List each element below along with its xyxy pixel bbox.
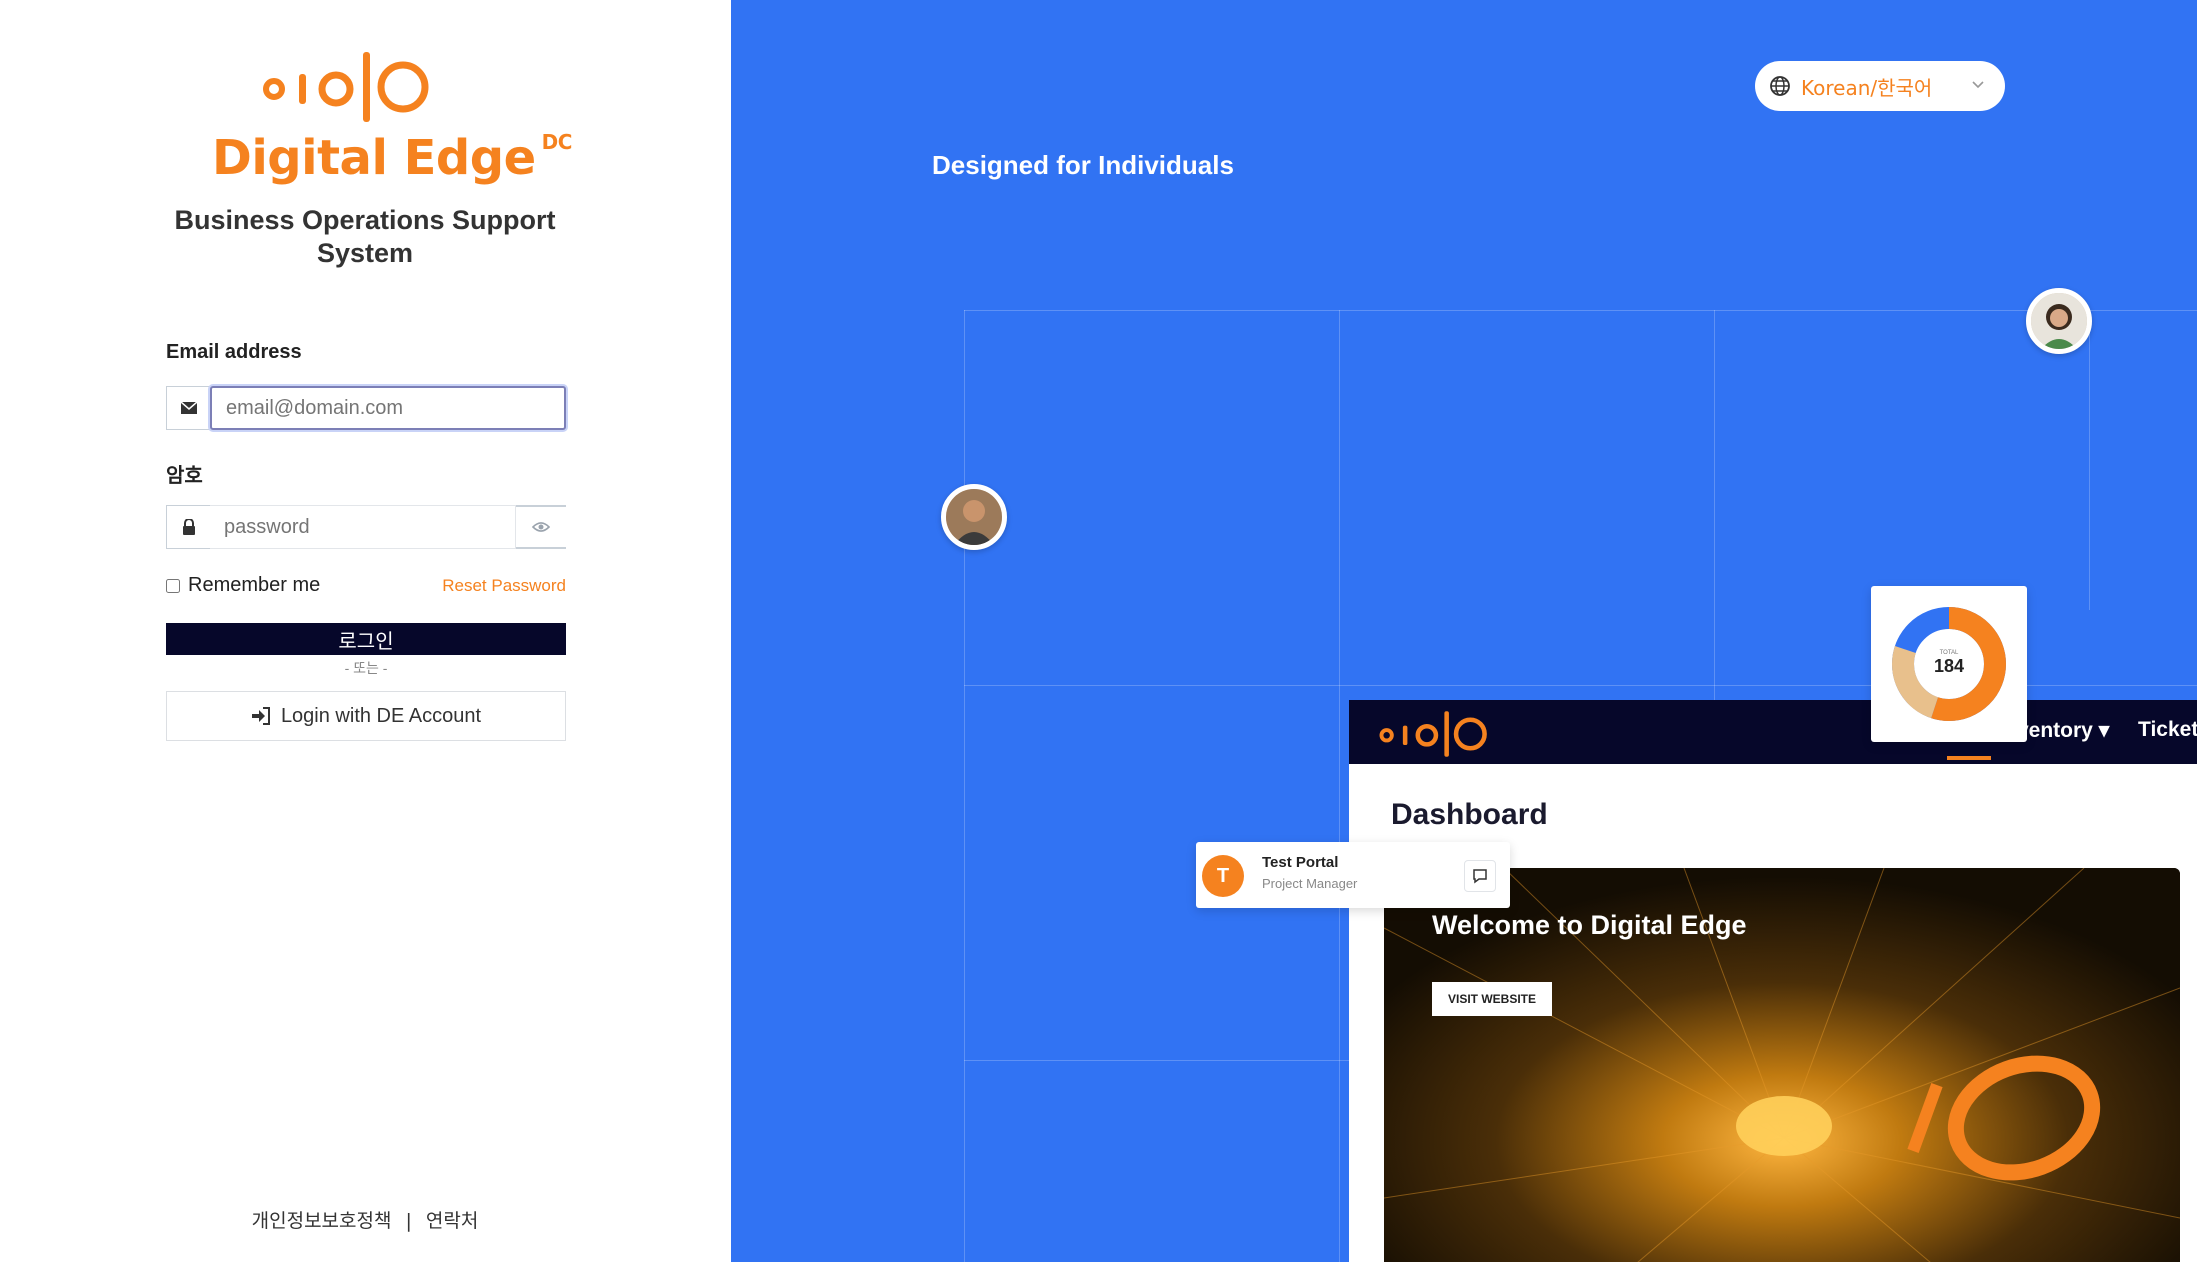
visit-website-button[interactable]: VISIT WEBSITE [1432, 982, 1552, 1016]
avatar-woman [2026, 288, 2092, 354]
email-input[interactable] [210, 386, 566, 430]
language-label: Korean/한국어 [1801, 75, 1933, 100]
grid-line [964, 310, 965, 1262]
user-name: Test Portal [1262, 854, 1339, 871]
grid-line [1339, 310, 1340, 1262]
password-label: 암호 [166, 465, 203, 487]
nav-ticket: Ticket [2138, 718, 2197, 741]
user-avatar: T [1202, 855, 1244, 897]
tagline: Designed for Individuals [932, 150, 1234, 180]
logo-icon [1379, 711, 1487, 757]
email-label: Email address [166, 341, 302, 363]
or-divider: - 또는 - [344, 660, 388, 676]
hero-title: Welcome to Digital Edge [1432, 910, 1747, 940]
lock-icon [166, 505, 210, 549]
brand-name: Digital Edge DC [212, 130, 572, 186]
nav-inventory: ventory ▾ [2017, 719, 2110, 742]
chevron-down-icon [1972, 81, 1984, 89]
user-card: T Test Portal Project Manager [1196, 842, 1510, 908]
total-donut-card: TOTAL 184 [1871, 586, 2027, 742]
remember-me[interactable]: Remember me [166, 574, 320, 597]
logo-icon [263, 52, 429, 122]
remember-checkbox[interactable] [166, 578, 180, 593]
grid-line [1714, 310, 1715, 710]
de-account-label: Login with DE Account [280, 704, 482, 727]
footer-links: 개인정보보호정책 | 연락처 [160, 1206, 570, 1233]
de-account-login-button[interactable]: Login with DE Account [166, 691, 566, 741]
promo-panel: Korean/한국어 Designed for Individuals vent… [731, 0, 2197, 1262]
footer-separator: | [405, 1210, 412, 1232]
contact-link[interactable]: 연락처 [426, 1210, 478, 1232]
grid-line [2089, 310, 2090, 610]
remember-label: Remember me [188, 574, 321, 596]
privacy-policy-link[interactable]: 개인정보보호정책 [252, 1210, 392, 1232]
globe-icon [1770, 76, 1790, 96]
nav-active-indicator [1947, 756, 1991, 760]
password-input[interactable] [210, 505, 516, 549]
language-selector[interactable]: Korean/한국어 [1755, 61, 2005, 111]
dashboard-preview: ventory ▾ Ticket Dashboard Welcome to Di… [1349, 700, 2197, 1262]
sign-in-icon [251, 707, 270, 725]
chat-icon[interactable] [1464, 860, 1496, 892]
login-panel: Digital Edge DC Business Operations Suppo… [0, 0, 731, 1262]
reset-password-link[interactable]: Reset Password [440, 576, 566, 596]
envelope-icon [166, 386, 210, 430]
user-role: Project Manager [1262, 876, 1358, 891]
dashboard-title: Dashboard [1391, 798, 1548, 831]
grid-line [964, 310, 2197, 311]
hero-banner: Welcome to Digital Edge VISIT WEBSITE [1384, 868, 2180, 1262]
email-input-group [166, 386, 566, 430]
app-title: Business Operations Support System [174, 205, 556, 268]
donut-total-value: 184 [1933, 656, 1965, 676]
eye-icon[interactable] [516, 505, 566, 549]
login-button[interactable]: 로그인 [166, 623, 566, 655]
preview-navbar: ventory ▾ Ticket [1349, 700, 2197, 764]
password-input-group [166, 505, 566, 549]
avatar-man [941, 484, 1007, 550]
